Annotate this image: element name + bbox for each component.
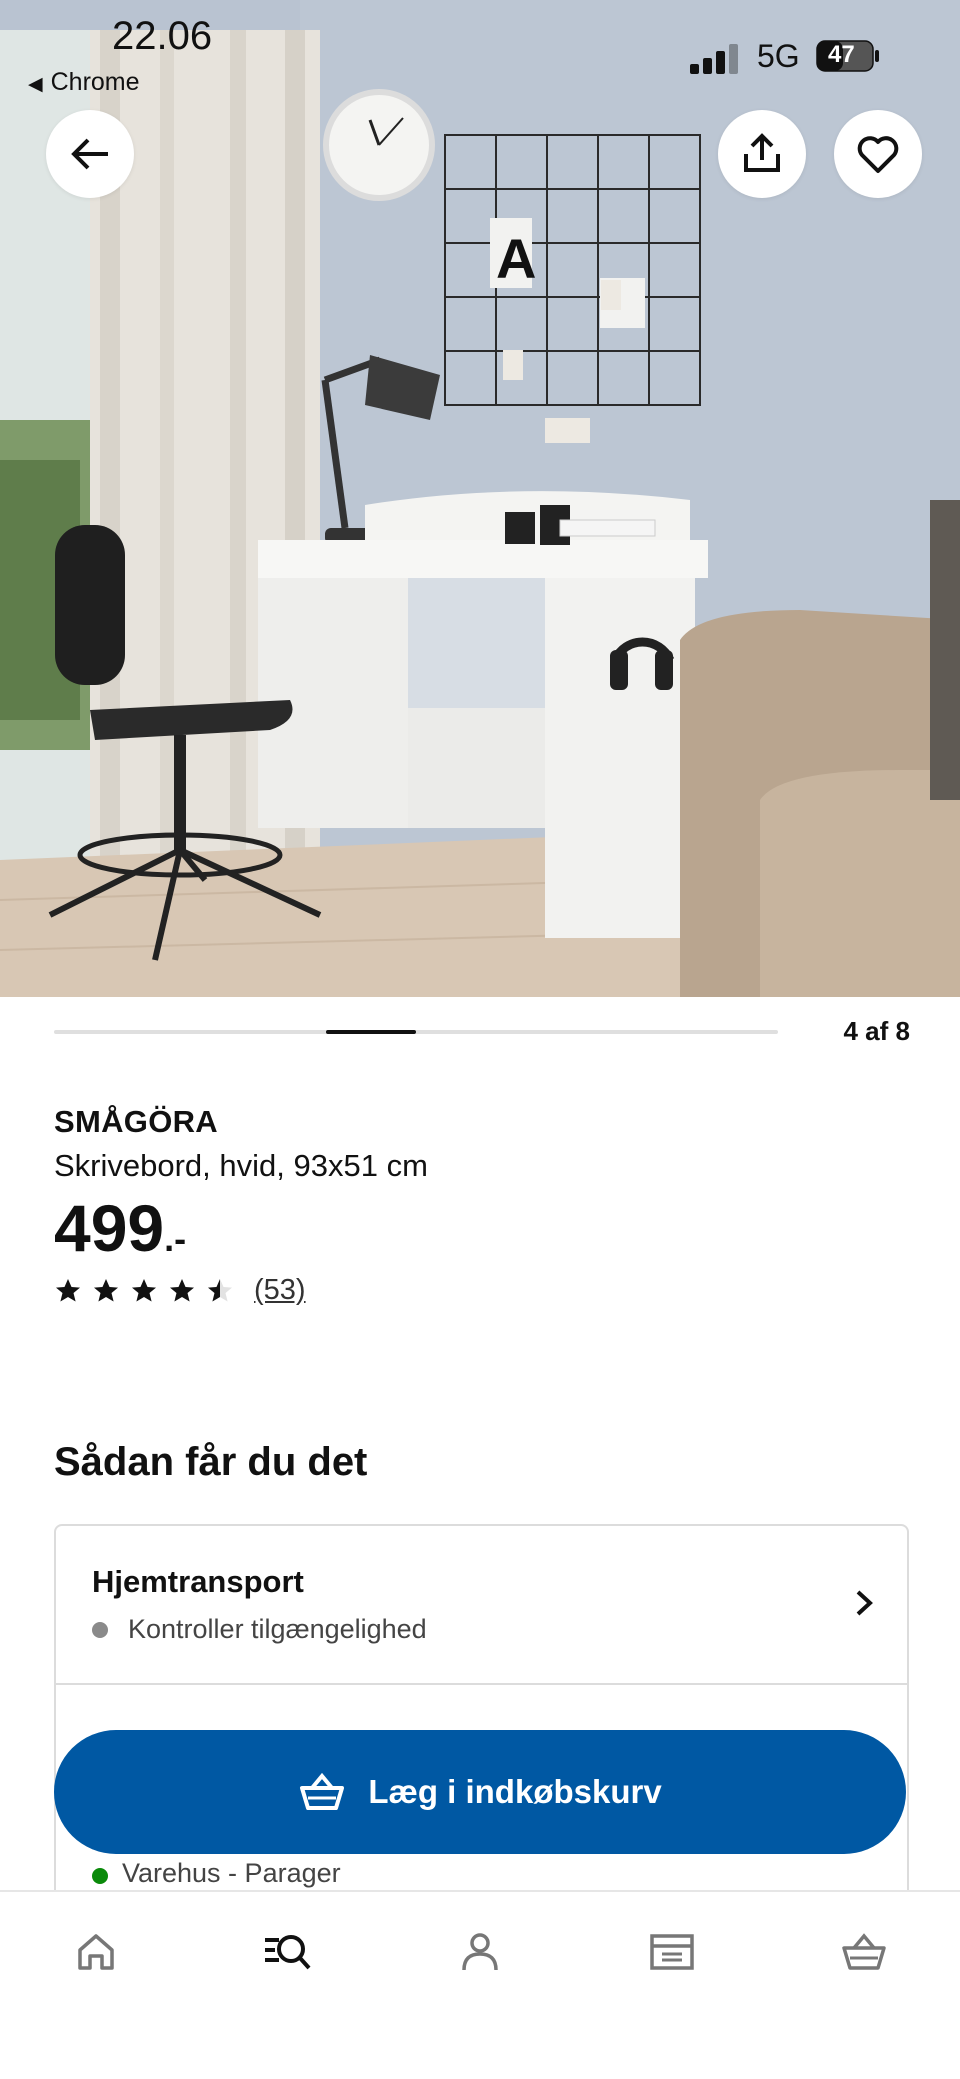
home-delivery-row[interactable]: Hjemtransport Kontroller tilgængelighed xyxy=(56,1526,907,1685)
network-type: 5G xyxy=(757,38,800,74)
gallery-progress xyxy=(54,1030,778,1034)
chevron-right-icon xyxy=(856,1590,873,1616)
star-icon xyxy=(208,1278,232,1301)
rating-stars xyxy=(54,1277,244,1305)
profile-icon xyxy=(462,1933,498,1971)
star-icon xyxy=(132,1278,156,1301)
star-icon xyxy=(170,1278,194,1301)
back-app-label: Chrome xyxy=(50,68,140,96)
basket-icon xyxy=(300,1772,345,1810)
status-dot-icon xyxy=(92,1621,108,1638)
nav-store[interactable] xyxy=(642,1922,702,1982)
product-photo: A xyxy=(0,0,960,997)
bottom-navigation xyxy=(0,1890,960,2079)
price-value: 499 xyxy=(54,1191,165,1265)
add-to-cart-button[interactable]: Læg i indkøbskurv xyxy=(54,1730,906,1854)
star-icon xyxy=(56,1278,80,1301)
nav-search[interactable] xyxy=(258,1922,318,1982)
arrow-left-icon xyxy=(71,138,108,170)
home-icon xyxy=(78,1934,114,1970)
heart-icon xyxy=(857,136,899,173)
product-rating[interactable]: (53) xyxy=(54,1274,306,1307)
share-icon xyxy=(744,133,780,172)
back-triangle-icon: ◀ xyxy=(28,74,43,95)
search-icon xyxy=(265,1935,311,1970)
store-icon xyxy=(650,1934,694,1970)
back-button[interactable] xyxy=(46,110,134,198)
home-delivery-title: Hjemtransport xyxy=(92,1564,304,1599)
poster-letter: A xyxy=(496,227,536,290)
add-to-cart-label: Læg i indkøbskurv xyxy=(368,1773,662,1810)
price-suffix: .- xyxy=(164,1218,187,1259)
delivery-section-title: Sådan får du det xyxy=(54,1440,368,1484)
home-delivery-status-text: Kontroller tilgængelighed xyxy=(128,1614,427,1644)
product-description: Skrivebord, hvid, 93x51 cm xyxy=(54,1148,428,1183)
back-to-app-link[interactable]: ◀ Chrome xyxy=(28,68,140,97)
signal-icon xyxy=(690,44,738,74)
home-delivery-status: Kontroller tilgængelighed xyxy=(92,1614,427,1645)
store-status-dot-icon xyxy=(92,1868,108,1884)
nav-profile[interactable] xyxy=(450,1922,510,1982)
nav-basket[interactable] xyxy=(834,1922,894,1982)
product-name[interactable]: SMÅGÖRA xyxy=(54,1104,218,1140)
star-icon xyxy=(94,1278,118,1301)
status-time: 22.06 xyxy=(112,14,213,58)
product-price: 499.- xyxy=(54,1190,186,1266)
nav-home[interactable] xyxy=(66,1922,126,1982)
battery-icon: 47 xyxy=(816,40,880,72)
review-count-link[interactable]: (53) xyxy=(254,1274,306,1307)
product-image[interactable]: A xyxy=(0,0,960,997)
gallery-progress-fill xyxy=(325,1030,416,1034)
favorite-button[interactable] xyxy=(834,110,922,198)
battery-level: 47 xyxy=(828,41,855,68)
basket-nav-icon xyxy=(842,1933,886,1970)
share-button[interactable] xyxy=(718,110,806,198)
store-availability-text: Varehus - Parager xyxy=(122,1858,341,1888)
gallery-counter: 4 af 8 xyxy=(843,1016,911,1046)
